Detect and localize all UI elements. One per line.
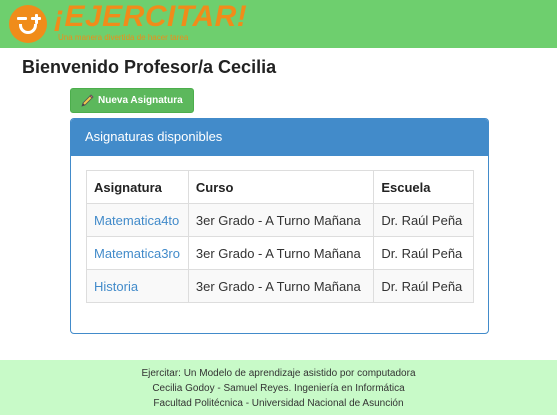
brand-title[interactable]: ¡EJERCITAR!: [54, 1, 247, 33]
subjects-table: Asignatura Curso Escuela Matematica4to 3…: [86, 170, 474, 303]
subject-link[interactable]: Matematica4to: [86, 203, 189, 237]
brand-tagline: Una manera divertida de hacer tarea: [58, 33, 189, 42]
footer-line-authors: Cecilia Godoy - Samuel Reyes. Ingeniería…: [152, 383, 405, 394]
footer: Ejercitar: Un Modelo de aprendizaje asis…: [0, 360, 557, 415]
subjects-panel: Asignaturas disponibles Asignatura Curso…: [70, 118, 489, 334]
course-cell: 3er Grado - A Turno Mañana: [187, 203, 375, 237]
footer-line-project: Ejercitar: Un Modelo de aprendizaje asis…: [141, 368, 416, 379]
minus-eye: [17, 17, 27, 20]
smile-mouth: [19, 24, 37, 34]
school-cell: Dr. Raúl Peña: [373, 236, 474, 270]
panel-title: Asignaturas disponibles: [71, 119, 488, 156]
table-row: Matematica3ro 3er Grado - A Turno Mañana…: [86, 236, 474, 270]
subject-link[interactable]: Matematica3ro: [86, 236, 189, 270]
top-bar: ¡EJERCITAR! Una manera divertida de hace…: [0, 0, 557, 48]
table-row: Matematica4to 3er Grado - A Turno Mañana…: [86, 203, 474, 237]
new-subject-button[interactable]: Nueva Asignatura: [70, 88, 194, 113]
course-cell: 3er Grado - A Turno Mañana: [187, 236, 375, 270]
footer-line-institution: Facultad Politécnica - Universidad Nacio…: [153, 398, 404, 409]
logo-smiley-icon[interactable]: [9, 5, 47, 43]
course-cell: 3er Grado - A Turno Mañana: [187, 269, 375, 303]
subject-link[interactable]: Historia: [86, 269, 189, 303]
column-header-school: Escuela: [373, 170, 474, 204]
pencil-icon: [81, 93, 94, 107]
column-header-course: Curso: [187, 170, 375, 204]
column-header-subject: Asignatura: [86, 170, 189, 204]
new-subject-label: Nueva Asignatura: [98, 95, 183, 106]
table-header-row: Asignatura Curso Escuela: [86, 170, 474, 204]
table-row: Historia 3er Grado - A Turno Mañana Dr. …: [86, 269, 474, 303]
plus-eye-vertical: [34, 13, 38, 24]
school-cell: Dr. Raúl Peña: [373, 269, 474, 303]
page-title: Bienvenido Profesor/a Cecilia: [22, 57, 277, 77]
school-cell: Dr. Raúl Peña: [373, 203, 474, 237]
